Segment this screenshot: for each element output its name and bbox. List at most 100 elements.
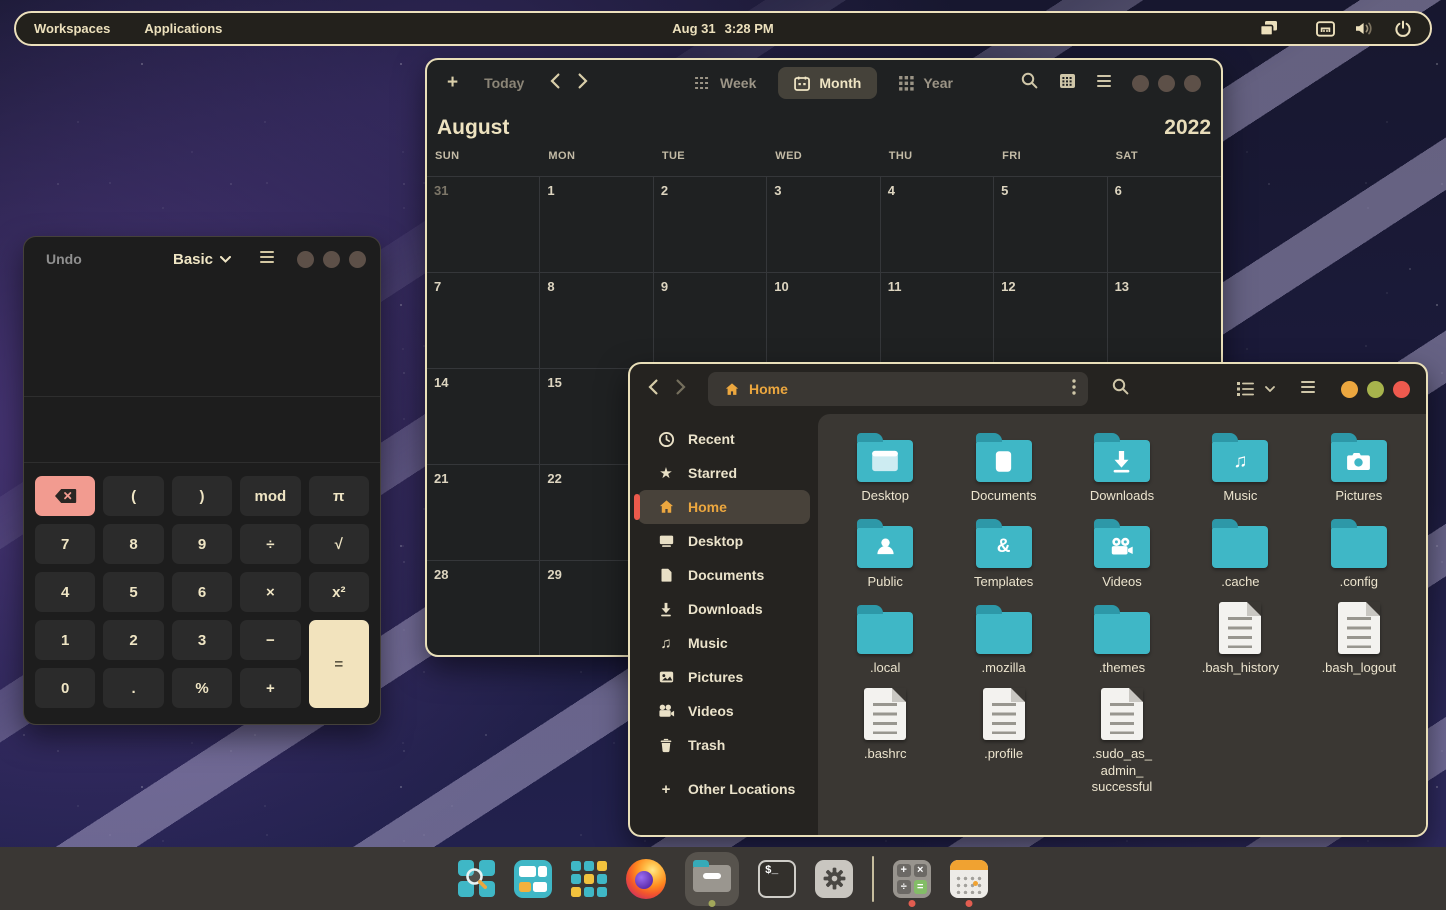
sidebar-item-documents[interactable]: Documents [638, 558, 810, 592]
multiply-key[interactable]: × [240, 572, 300, 612]
digit-7-key[interactable]: 7 [35, 524, 95, 564]
window-button[interactable] [1184, 75, 1201, 92]
prev-month-button[interactable] [550, 73, 560, 94]
sidebar-item-starred[interactable]: ★ Starred [638, 456, 810, 490]
file-item[interactable]: .profile [944, 686, 1062, 797]
sidebar-item-desktop[interactable]: Desktop [638, 524, 810, 558]
sidebar-item-other-locations[interactable]: + Other Locations [638, 772, 810, 806]
view-toggle[interactable] [1237, 382, 1275, 396]
file-item[interactable]: .local [826, 600, 944, 677]
calendar-cell[interactable]: 9 [654, 273, 767, 369]
menu-workspaces[interactable]: Workspaces [34, 21, 110, 36]
tab-week-view[interactable]: Week [679, 67, 772, 99]
sidebar-item-home[interactable]: Home [638, 490, 810, 524]
backspace-key[interactable] [35, 476, 95, 516]
menu-icon[interactable] [1301, 380, 1315, 398]
tab-year-view[interactable]: Year [883, 67, 969, 99]
windows-icon[interactable] [1259, 20, 1279, 37]
file-item[interactable]: Documents [944, 428, 1062, 505]
percent-key[interactable]: % [172, 668, 232, 708]
digit-8-key[interactable]: 8 [103, 524, 163, 564]
dock-item-window-tiles[interactable] [514, 847, 552, 910]
close-button[interactable] [1393, 381, 1410, 398]
calendar-cell[interactable]: 14 [427, 369, 540, 465]
file-item[interactable]: .themes [1063, 600, 1181, 677]
sidebar-item-pictures[interactable]: Pictures [638, 660, 810, 694]
next-month-button[interactable] [578, 73, 588, 94]
file-item[interactable]: Public [826, 514, 944, 591]
window-button[interactable] [323, 251, 340, 268]
today-button[interactable]: Today [484, 75, 524, 91]
mode-dropdown[interactable]: Basic [173, 251, 231, 268]
sidebar-item-videos[interactable]: Videos [638, 694, 810, 728]
calendar-cell[interactable]: 6 [1108, 177, 1221, 273]
file-item[interactable]: .sudo_as_ admin_ successful [1063, 686, 1181, 797]
digit-2-key[interactable]: 2 [103, 620, 163, 660]
mini-calendar-icon[interactable] [1059, 73, 1076, 94]
file-item[interactable]: & Templates [944, 514, 1062, 591]
close-paren-key[interactable]: ) [172, 476, 232, 516]
forward-button[interactable] [676, 379, 686, 400]
dock-item-overview[interactable] [458, 847, 495, 910]
dock-item-terminal[interactable]: $_ [758, 847, 796, 910]
digit-9-key[interactable]: 9 [172, 524, 232, 564]
menu-applications[interactable]: Applications [144, 21, 222, 36]
calendar-cell[interactable]: 11 [881, 273, 994, 369]
dock-item-firefox[interactable] [626, 847, 666, 910]
file-item[interactable]: .mozilla [944, 600, 1062, 677]
digit-0-key[interactable]: 0 [35, 668, 95, 708]
digit-6-key[interactable]: 6 [172, 572, 232, 612]
new-event-button[interactable]: + [447, 72, 458, 94]
calendar-cell[interactable]: 21 [427, 465, 540, 561]
window-button[interactable] [349, 251, 366, 268]
sidebar-item-recent[interactable]: Recent [638, 422, 810, 456]
location-menu-icon[interactable] [1072, 379, 1076, 400]
network-icon[interactable] [1316, 21, 1335, 37]
search-icon[interactable] [1112, 378, 1129, 400]
calendar-cell[interactable]: 7 [427, 273, 540, 369]
equals-key[interactable]: = [309, 620, 369, 708]
dock-item-files[interactable] [685, 847, 739, 910]
menu-icon[interactable] [260, 250, 274, 268]
power-icon[interactable] [1394, 20, 1412, 38]
open-paren-key[interactable]: ( [103, 476, 163, 516]
calendar-toolbar[interactable]: + Today Week Month Year [427, 60, 1221, 106]
sqrt-key[interactable]: √ [309, 524, 369, 564]
file-item[interactable]: .bash_history [1181, 600, 1299, 677]
calendar-cell[interactable]: 12 [994, 273, 1107, 369]
dock-item-app-grid[interactable] [571, 847, 607, 910]
decimal-key[interactable]: . [103, 668, 163, 708]
calendar-cell[interactable]: 4 [881, 177, 994, 273]
sidebar-item-downloads[interactable]: Downloads [638, 592, 810, 626]
dock-item-settings[interactable] [815, 847, 853, 910]
files-toolbar[interactable]: Home [630, 364, 1426, 414]
tab-month-view[interactable]: Month [778, 67, 877, 99]
menu-icon[interactable] [1097, 74, 1111, 92]
digit-5-key[interactable]: 5 [103, 572, 163, 612]
volume-icon[interactable] [1354, 20, 1375, 37]
file-item[interactable]: ♫ Music [1181, 428, 1299, 505]
digit-3-key[interactable]: 3 [172, 620, 232, 660]
maximize-button[interactable] [1367, 381, 1384, 398]
file-item[interactable]: Desktop [826, 428, 944, 505]
divide-key[interactable]: ÷ [240, 524, 300, 564]
minus-key[interactable]: − [240, 620, 300, 660]
minimize-button[interactable] [1341, 381, 1358, 398]
dock-item-calculator[interactable]: +×÷= [893, 847, 931, 910]
window-button[interactable] [1132, 75, 1149, 92]
search-icon[interactable] [1021, 72, 1038, 94]
file-item[interactable]: Pictures [1300, 428, 1418, 505]
digit-1-key[interactable]: 1 [35, 620, 95, 660]
file-item[interactable]: .bashrc [826, 686, 944, 797]
calendar-cell[interactable]: 13 [1108, 273, 1221, 369]
calendar-cell[interactable]: 8 [540, 273, 653, 369]
back-button[interactable] [648, 379, 658, 400]
calculator-display[interactable] [24, 281, 380, 397]
path-bar[interactable]: Home [708, 372, 1088, 406]
calendar-cell[interactable]: 1 [540, 177, 653, 273]
undo-button[interactable]: Undo [46, 251, 82, 267]
calendar-cell[interactable]: 28 [427, 561, 540, 657]
file-item[interactable]: .bash_logout [1300, 600, 1418, 677]
file-item[interactable]: Downloads [1063, 428, 1181, 505]
dock-item-calendar[interactable] [950, 847, 988, 910]
